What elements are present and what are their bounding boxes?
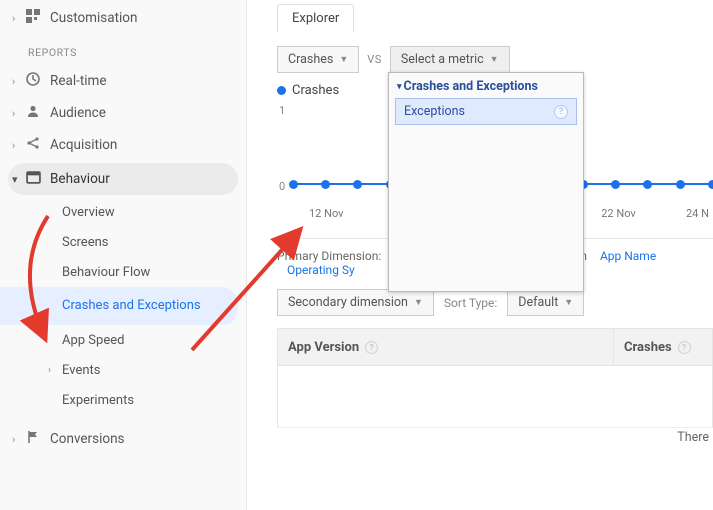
sort-type-dropdown[interactable]: Default▼ bbox=[507, 289, 584, 316]
sidebar-sub-behaviour-flow[interactable]: Behaviour Flow bbox=[0, 257, 246, 287]
sidebar-item-label: Acquisition bbox=[50, 137, 117, 153]
vs-label: VS bbox=[367, 53, 382, 66]
caret-down-icon: ▼ bbox=[490, 54, 499, 65]
dropdown-group-crashes-exceptions[interactable]: ▾Crashes and Exceptions bbox=[389, 73, 583, 98]
chevron-right-icon: › bbox=[12, 12, 22, 25]
share-icon bbox=[22, 136, 44, 154]
metric-dropdown-panel: ▾Crashes and Exceptions Exceptions? bbox=[388, 72, 584, 292]
primary-dim-app-name[interactable]: App Name bbox=[600, 249, 656, 263]
chevron-right-icon: › bbox=[48, 365, 62, 376]
tab-bar: Explorer bbox=[277, 4, 713, 32]
sidebar-sub-crashes-exceptions[interactable]: Crashes and Exceptions bbox=[0, 287, 238, 325]
chevron-right-icon: › bbox=[12, 139, 22, 152]
sidebar-item-label: Audience bbox=[50, 105, 106, 121]
clock-icon bbox=[22, 72, 44, 90]
metric2-dropdown[interactable]: Select a metric▼ bbox=[390, 46, 510, 73]
sidebar-sub-overview[interactable]: Overview bbox=[0, 197, 246, 227]
flag-icon bbox=[22, 430, 44, 448]
th-app-version[interactable]: App Version? bbox=[278, 340, 613, 355]
primary-dim-operating-system[interactable]: Operating Sy bbox=[287, 263, 355, 277]
metric1-dropdown[interactable]: Crashes▼ bbox=[277, 46, 359, 73]
sidebar-sub-screens[interactable]: Screens bbox=[0, 227, 246, 257]
th-crashes[interactable]: Crashes? bbox=[613, 329, 691, 365]
sidebar-item-label: Conversions bbox=[50, 431, 125, 447]
secondary-dimension-dropdown[interactable]: Secondary dimension▼ bbox=[277, 289, 434, 316]
y-tick-0: 0 bbox=[279, 180, 285, 193]
tab-explorer[interactable]: Explorer bbox=[277, 4, 354, 32]
chevron-right-icon: › bbox=[12, 433, 22, 446]
sidebar-item-realtime[interactable]: › Real-time bbox=[0, 65, 246, 97]
caret-down-icon: ▼ bbox=[414, 297, 423, 308]
sidebar-item-behaviour[interactable]: ▾ Behaviour bbox=[8, 163, 238, 195]
grid-icon bbox=[22, 9, 44, 27]
dropdown-item-exceptions[interactable]: Exceptions? bbox=[395, 98, 577, 125]
help-icon[interactable]: ? bbox=[365, 341, 378, 354]
sidebar-sub-events[interactable]: ›Events bbox=[0, 355, 246, 385]
sidebar-section-reports: REPORTS bbox=[0, 34, 246, 65]
caret-down-icon: ▼ bbox=[564, 297, 573, 308]
sidebar-item-label: Behaviour bbox=[50, 171, 110, 187]
chevron-right-icon: ▾ bbox=[12, 173, 22, 186]
sort-type-label: Sort Type: bbox=[444, 296, 497, 310]
sidebar: › Customisation REPORTS › Real-time › Au… bbox=[0, 0, 247, 510]
table-body bbox=[277, 366, 713, 428]
sidebar-item-label: Customisation bbox=[50, 10, 137, 26]
sidebar-item-audience[interactable]: › Audience bbox=[0, 97, 246, 129]
window-icon bbox=[22, 170, 44, 189]
chevron-right-icon: › bbox=[12, 107, 22, 120]
sidebar-item-label: Real-time bbox=[50, 73, 107, 89]
person-icon bbox=[22, 104, 44, 122]
table-header: App Version? Crashes? bbox=[277, 328, 713, 366]
footer-text: There bbox=[277, 430, 713, 445]
chevron-right-icon: › bbox=[12, 75, 22, 88]
sidebar-sub-app-speed[interactable]: App Speed bbox=[0, 325, 246, 355]
sidebar-item-acquisition[interactable]: › Acquisition bbox=[0, 129, 246, 161]
sidebar-item-conversions[interactable]: › Conversions bbox=[0, 423, 246, 455]
help-icon[interactable]: ? bbox=[678, 341, 691, 354]
help-icon[interactable]: ? bbox=[554, 105, 568, 119]
sidebar-item-customisation[interactable]: › Customisation bbox=[0, 2, 246, 34]
caret-down-icon: ▼ bbox=[339, 54, 348, 65]
sidebar-sub-experiments[interactable]: Experiments bbox=[0, 385, 246, 415]
legend-dot-icon bbox=[277, 86, 286, 95]
triangle-down-icon: ▾ bbox=[397, 82, 402, 92]
